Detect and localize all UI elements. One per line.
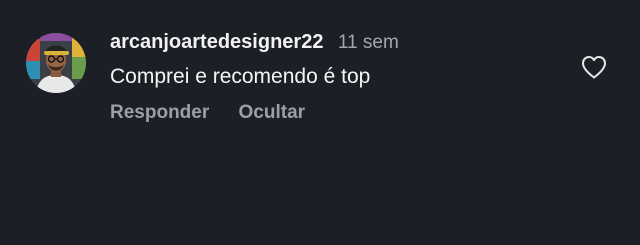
comment-text: Comprei e recomendo é top [110,65,371,88]
heart-outline-icon [582,56,606,79]
hide-button[interactable]: Ocultar [239,102,306,123]
comment-actions: Responder Ocultar [110,101,305,125]
avatar[interactable] [26,33,86,93]
comment-timestamp: 11 sem [337,32,399,53]
comment-header: arcanjoartedesigner22 11 sem [110,30,399,56]
like-button[interactable] [580,54,608,80]
comment-item: arcanjoartedesigner22 11 sem Comprei e r… [0,0,640,245]
reply-button[interactable]: Responder [110,102,209,123]
avatar-image [26,33,86,93]
username[interactable]: arcanjoartedesigner22 [110,31,323,53]
